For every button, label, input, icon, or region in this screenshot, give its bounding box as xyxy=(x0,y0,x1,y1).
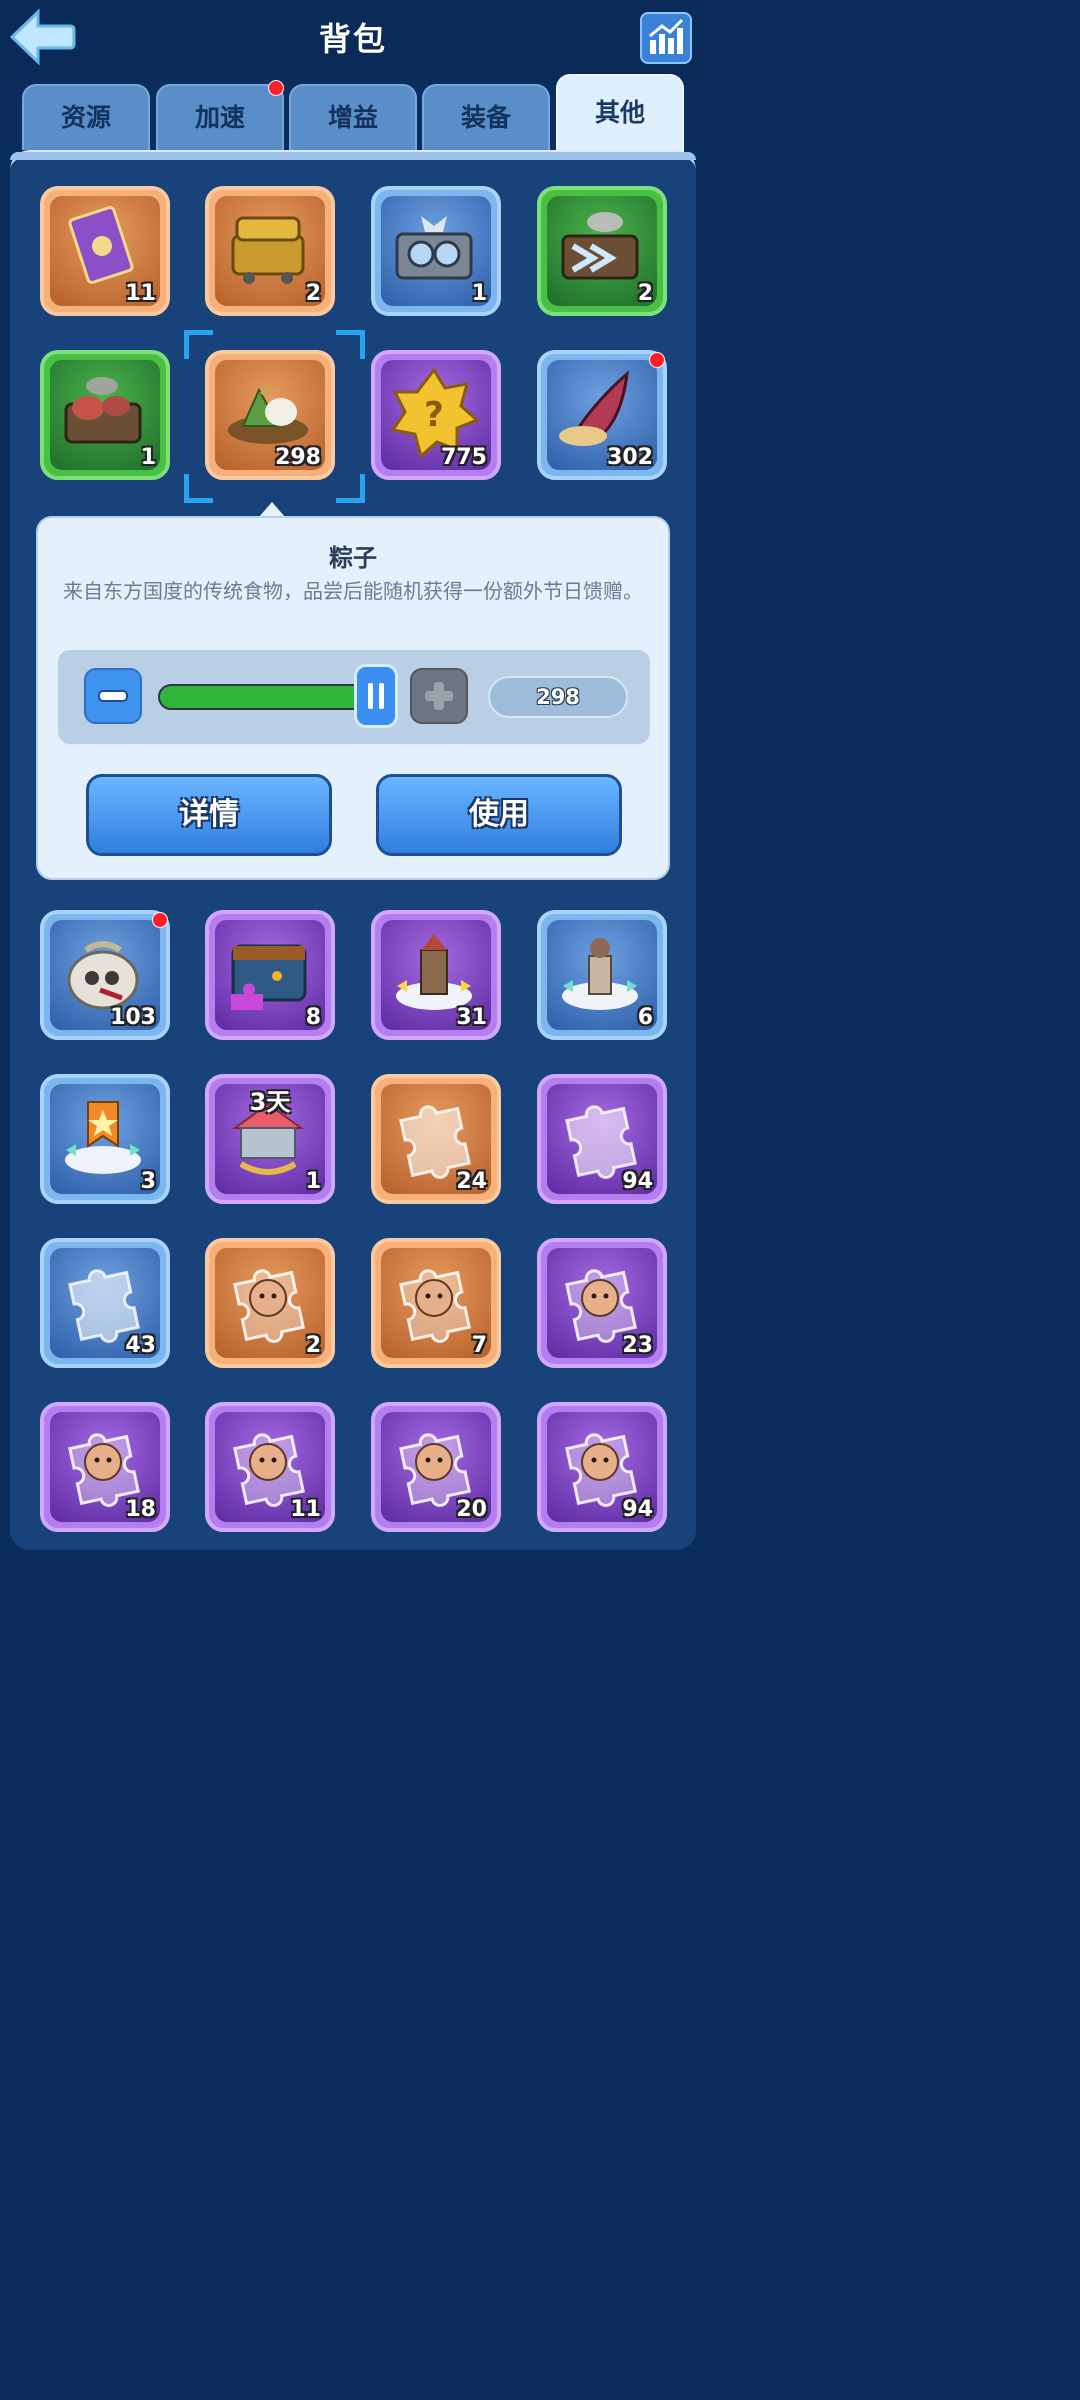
item-horn[interactable]: 302 xyxy=(537,350,667,480)
item-count: 103 xyxy=(110,1005,156,1030)
item-count: 1 xyxy=(471,281,487,306)
page-title: 背包 xyxy=(318,20,387,58)
item-count: 31 xyxy=(456,1005,487,1030)
tab-0[interactable]: 资源 xyxy=(22,84,150,150)
item-count: 11 xyxy=(125,281,156,306)
item-description: 来自东方国度的传统食物，品尝后能随机获得一份额外节日馈赠。 xyxy=(63,579,643,603)
item-gold-chest[interactable]: 2 xyxy=(205,186,335,316)
notification-dot xyxy=(649,352,665,368)
bar-chart-icon xyxy=(649,18,684,54)
decrease-button[interactable] xyxy=(84,668,142,724)
item-tower-relocate[interactable]: 31 xyxy=(371,910,501,1040)
item-mystery-badge[interactable]: ? 775 xyxy=(371,350,501,480)
tab-4[interactable]: 其他 xyxy=(556,74,684,152)
item-hero-puzzle-miner[interactable]: 2 xyxy=(205,1238,335,1368)
item-hero-puzzle-doctor[interactable]: 23 xyxy=(537,1238,667,1368)
item-count: 3 xyxy=(140,1169,156,1194)
item-name: 粽子 xyxy=(329,544,377,572)
minus-icon xyxy=(98,690,128,702)
item-duration-badge: 3天 xyxy=(249,1088,291,1116)
item-count: 43 xyxy=(125,1333,156,1358)
item-hero-puzzle-turban[interactable]: 18 xyxy=(40,1402,170,1532)
quantity-slider-thumb[interactable] xyxy=(354,664,398,728)
item-orange-puzzle[interactable]: 24 xyxy=(371,1074,501,1204)
item-count: 2 xyxy=(305,281,321,306)
item-hero-puzzle-braid[interactable]: 11 xyxy=(205,1402,335,1532)
item-puzzle-chest[interactable]: 8 xyxy=(205,910,335,1040)
svg-text:?: ? xyxy=(424,395,444,435)
item-zongzi[interactable]: 298 xyxy=(205,350,335,480)
item-count: 298 xyxy=(275,445,321,470)
item-detail-popup: 粽子 来自东方国度的传统食物，品尝后能随机获得一份额外节日馈赠。 298 详情 … xyxy=(36,516,670,880)
quantity-input[interactable]: 298 xyxy=(488,676,628,718)
item-count: 2 xyxy=(305,1333,321,1358)
item-purple-puzzle[interactable]: 94 xyxy=(537,1074,667,1204)
panel-top-edge xyxy=(10,152,696,160)
item-hero-puzzle-redhair[interactable]: 20 xyxy=(371,1402,501,1532)
item-meat-chest[interactable]: 1 xyxy=(40,350,170,480)
item-count: 2 xyxy=(637,281,653,306)
stats-button[interactable] xyxy=(640,12,692,64)
item-carousel-skin[interactable]: 3天 1 xyxy=(205,1074,335,1204)
item-count: 23 xyxy=(622,1333,653,1358)
notification-dot xyxy=(152,912,168,928)
tab-3[interactable]: 装备 xyxy=(422,84,550,150)
notification-dot xyxy=(268,80,284,96)
item-count: 94 xyxy=(622,1497,653,1522)
details-button[interactable]: 详情 xyxy=(86,774,332,856)
item-count: 11 xyxy=(290,1497,321,1522)
item-count: 1 xyxy=(305,1169,321,1194)
item-count: 302 xyxy=(607,445,653,470)
item-gear-chest[interactable]: 1 xyxy=(371,186,501,316)
item-count: 7 xyxy=(471,1333,487,1358)
item-hero-puzzle-girl[interactable]: 7 xyxy=(371,1238,501,1368)
tab-2[interactable]: 增益 xyxy=(289,84,417,150)
item-count: 775 xyxy=(441,445,487,470)
use-button[interactable]: 使用 xyxy=(376,774,622,856)
item-hero-puzzle-beard[interactable]: 94 xyxy=(537,1402,667,1532)
item-skull-sack[interactable]: 103 xyxy=(40,910,170,1040)
grip-icon xyxy=(368,683,384,709)
item-count: 20 xyxy=(456,1497,487,1522)
tab-1[interactable]: 加速 xyxy=(156,84,284,150)
item-count: 6 xyxy=(637,1005,653,1030)
item-green-chest[interactable]: 2 xyxy=(537,186,667,316)
item-statue-relocate[interactable]: 6 xyxy=(537,910,667,1040)
item-count: 24 xyxy=(456,1169,487,1194)
item-banner-relocate[interactable]: 3 xyxy=(40,1074,170,1204)
item-book[interactable]: 11 xyxy=(40,186,170,316)
item-blue-puzzle[interactable]: 43 xyxy=(40,1238,170,1368)
item-count: 94 xyxy=(622,1169,653,1194)
plus-icon xyxy=(425,682,453,710)
item-count: 18 xyxy=(125,1497,156,1522)
item-count: 8 xyxy=(305,1005,321,1030)
increase-button[interactable] xyxy=(410,668,468,724)
quantity-selector: 298 xyxy=(58,650,650,744)
item-count: 1 xyxy=(140,445,156,470)
top-bar: 背包 xyxy=(0,0,706,80)
